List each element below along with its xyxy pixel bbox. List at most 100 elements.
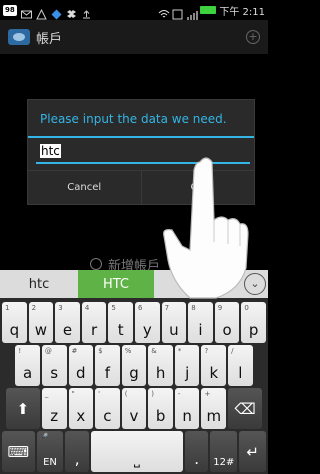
key-e[interactable]: 3e bbox=[55, 302, 80, 343]
key-c[interactable]: ' c bbox=[95, 388, 120, 429]
key-alt-label: # bbox=[71, 347, 78, 355]
space-key[interactable]: ⎵ bbox=[90, 431, 183, 472]
language-label: EN bbox=[43, 457, 57, 468]
input-value: htc bbox=[40, 144, 61, 158]
key-alt-label: 7 bbox=[164, 304, 170, 312]
key-alt-label: % bbox=[124, 347, 132, 355]
key-label: v bbox=[129, 407, 139, 425]
backspace-icon[interactable]: ⌫ bbox=[228, 388, 263, 429]
key-u[interactable]: 7u bbox=[161, 302, 187, 343]
key-q[interactable]: 1q bbox=[2, 302, 27, 343]
key-alt-label: * bbox=[177, 347, 182, 355]
key-t[interactable]: 5t bbox=[108, 302, 133, 343]
dialog-divider bbox=[28, 136, 254, 138]
key-p[interactable]: 0p bbox=[241, 302, 266, 343]
key-label: c bbox=[103, 407, 112, 425]
storage-icon bbox=[172, 5, 183, 19]
accounts-app-icon bbox=[8, 29, 30, 45]
key-alt-label: / bbox=[231, 347, 234, 355]
key-g[interactable]: % g bbox=[121, 345, 147, 386]
clock: 下午 2:11 bbox=[219, 6, 265, 18]
key-w[interactable]: 2w bbox=[28, 302, 54, 343]
key-label: d bbox=[76, 364, 86, 382]
key-f[interactable]: $ f bbox=[95, 345, 120, 386]
key-v[interactable]: (v bbox=[121, 388, 147, 429]
numbers-key[interactable]: 12# bbox=[210, 431, 238, 472]
key-label: w bbox=[34, 321, 48, 339]
key-k[interactable]: ? k bbox=[201, 345, 227, 386]
key-r[interactable]: 4r bbox=[81, 302, 107, 343]
mic-icon: 🎤 bbox=[39, 433, 49, 441]
key-s[interactable]: @ s bbox=[41, 345, 67, 386]
key-label: n bbox=[182, 407, 192, 425]
cancel-button[interactable]: Cancel bbox=[28, 171, 141, 204]
key-label: q bbox=[9, 321, 20, 339]
add-account-icon bbox=[90, 258, 102, 270]
key-o[interactable]: 9o bbox=[214, 302, 240, 343]
key-label: j bbox=[185, 364, 190, 382]
warning-icon bbox=[35, 5, 47, 19]
key-alt-label: @ bbox=[44, 347, 52, 355]
key-label: o bbox=[222, 321, 232, 339]
notification-badge: 98 bbox=[3, 4, 17, 16]
language-key[interactable]: 🎤 EN bbox=[36, 431, 64, 472]
status-bar: 98 下午 2:11 bbox=[0, 0, 268, 20]
key-a[interactable]: ! a bbox=[15, 345, 40, 386]
key-alt-label: 6 bbox=[138, 304, 143, 312]
pointing-hand-icon bbox=[163, 157, 249, 299]
battery-icon bbox=[200, 6, 217, 14]
key-label: a bbox=[23, 364, 33, 382]
keyboard-settings-icon[interactable]: ⌨ bbox=[2, 431, 35, 472]
key-x[interactable]: " x bbox=[68, 388, 94, 429]
keyboard-row-3: ⬆ _ z " x ' c(v) b - n + m ⌫ bbox=[2, 388, 266, 429]
key-alt-label: - bbox=[177, 390, 181, 398]
dialog-title: Please input the data we need. bbox=[40, 112, 227, 126]
key-label: s bbox=[50, 364, 59, 382]
key-alt-label: 9 bbox=[217, 304, 223, 312]
key-d[interactable]: # d bbox=[68, 345, 94, 386]
enter-icon[interactable]: ↵ bbox=[239, 431, 267, 472]
key-alt-label: " bbox=[71, 390, 75, 398]
key-label: h bbox=[155, 364, 166, 382]
shift-arrow-icon[interactable]: ⬆ bbox=[5, 388, 40, 429]
key-y[interactable]: 6y bbox=[135, 302, 160, 343]
key-label: y bbox=[142, 321, 152, 339]
period-key[interactable]: . bbox=[184, 431, 209, 472]
keyboard-row-2: ! a @ s # d $ f% g & h * j? k / l bbox=[2, 345, 266, 386]
key-j[interactable]: * j bbox=[174, 345, 200, 386]
keyboard-row-4: ⌨ 🎤 EN , ⎵ . 12# ↵ bbox=[2, 431, 267, 472]
status-right: 下午 2:11 bbox=[158, 3, 265, 20]
key-label: t bbox=[117, 321, 124, 339]
key-n[interactable]: -n bbox=[174, 388, 200, 429]
upload-icon bbox=[81, 5, 92, 18]
action-bar: 帳戶 + bbox=[0, 20, 268, 54]
key-label: p bbox=[248, 321, 259, 339]
key-alt-label: 3 bbox=[58, 304, 63, 312]
key-m[interactable]: + m bbox=[201, 388, 227, 429]
key-alt-label: 2 bbox=[31, 304, 37, 312]
key-alt-label: 0 bbox=[244, 304, 249, 312]
key-label: m bbox=[206, 407, 222, 425]
key-label: x bbox=[76, 407, 86, 425]
comma-key[interactable]: , bbox=[65, 431, 89, 472]
key-b[interactable]: ) b bbox=[148, 388, 173, 429]
key-l[interactable]: / l bbox=[228, 345, 253, 386]
key-i[interactable]: 8i bbox=[188, 302, 213, 343]
key-label: i bbox=[198, 321, 203, 339]
key-label: e bbox=[62, 321, 73, 339]
key-label: b bbox=[155, 407, 166, 425]
key-alt-label: 1 bbox=[5, 304, 10, 312]
app-notification-icon bbox=[51, 5, 62, 19]
plus-circle-icon[interactable]: + bbox=[246, 30, 260, 44]
key-alt-label: ( bbox=[124, 390, 128, 398]
suggestion-item-selected[interactable]: HTC bbox=[78, 270, 154, 298]
soft-keyboard: 1q2w3e4r5t6y7u8i9o0p ! a @ s # d $ f% g & h * j? k / l … bbox=[0, 298, 268, 474]
suggestion-item[interactable]: htc bbox=[0, 270, 78, 298]
key-h[interactable]: & h bbox=[148, 345, 173, 386]
key-alt-label: 8 bbox=[191, 304, 196, 312]
dropbox-icon bbox=[66, 5, 77, 18]
key-alt-label: 5 bbox=[111, 304, 116, 312]
keyboard-row-1: 1q2w3e4r5t6y7u8i9o0p bbox=[2, 302, 266, 343]
key-z[interactable]: _ z bbox=[41, 388, 67, 429]
key-alt-label: _ bbox=[44, 390, 49, 398]
